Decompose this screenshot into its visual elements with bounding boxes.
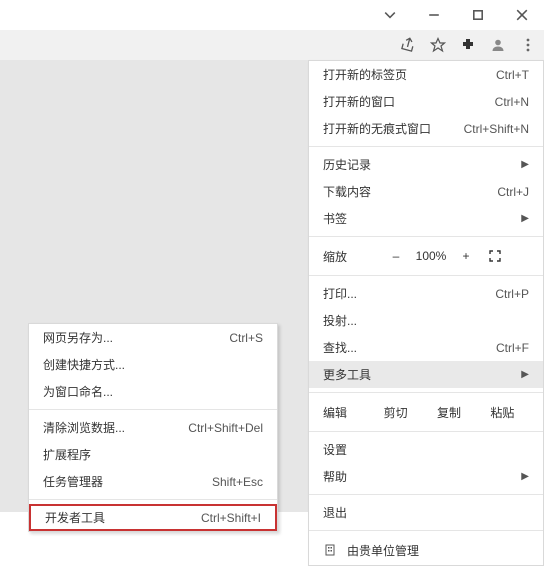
close-button[interactable] [500, 0, 544, 30]
menu-label: 打开新的标签页 [323, 66, 407, 83]
menu-history[interactable]: 历史记录 ▶ [309, 151, 543, 178]
menu-find[interactable]: 查找... Ctrl+F [309, 334, 543, 361]
edit-copy[interactable]: 复制 [422, 404, 475, 421]
chevron-right-icon: ▶ [521, 159, 529, 170]
chevron-right-icon: ▶ [521, 369, 529, 380]
kebab-menu-icon[interactable] [518, 35, 538, 55]
menu-zoom: 缩放 – 100% + [309, 241, 543, 271]
menu-label: 设置 [323, 441, 347, 458]
menu-print[interactable]: 打印... Ctrl+P [309, 280, 543, 307]
menu-shortcut: Ctrl+Shift+N [464, 122, 529, 136]
submenu-extensions[interactable]: 扩展程序 [29, 441, 277, 468]
separator [309, 431, 543, 432]
submenu-task-manager[interactable]: 任务管理器 Shift+Esc [29, 468, 277, 495]
menu-cast[interactable]: 投射... [309, 307, 543, 334]
menu-shortcut: Ctrl+N [495, 95, 529, 109]
menu-help[interactable]: 帮助 ▶ [309, 463, 543, 490]
browser-toolbar [0, 30, 544, 60]
zoom-in-button[interactable]: + [451, 249, 481, 263]
menu-label: 清除浏览数据... [43, 419, 125, 436]
menu-label: 书签 [323, 210, 347, 227]
menu-label: 打开新的无痕式窗口 [323, 120, 431, 137]
menu-exit[interactable]: 退出 [309, 499, 543, 526]
zoom-percent: 100% [411, 249, 451, 263]
menu-shortcut: Ctrl+S [229, 331, 263, 345]
menu-label: 由贵单位管理 [347, 542, 419, 559]
extensions-icon[interactable] [458, 35, 478, 55]
menu-shortcut: Ctrl+Shift+I [201, 511, 261, 525]
submenu-name-window[interactable]: 为窗口命名... [29, 378, 277, 405]
menu-label: 打印... [323, 285, 357, 302]
separator [309, 494, 543, 495]
menu-new-tab[interactable]: 打开新的标签页 Ctrl+T [309, 61, 543, 88]
menu-shortcut: Ctrl+F [496, 341, 529, 355]
menu-label: 为窗口命名... [43, 383, 113, 400]
menu-incognito[interactable]: 打开新的无痕式窗口 Ctrl+Shift+N [309, 115, 543, 142]
share-icon[interactable] [398, 35, 418, 55]
main-menu: 打开新的标签页 Ctrl+T 打开新的窗口 Ctrl+N 打开新的无痕式窗口 Ctrl… [308, 60, 544, 566]
submenu-clear-data[interactable]: 清除浏览数据... Ctrl+Shift+Del [29, 414, 277, 441]
menu-shortcut: Shift+Esc [212, 475, 263, 489]
menu-label: 更多工具 [323, 366, 371, 383]
profile-icon[interactable] [488, 35, 508, 55]
edit-paste[interactable]: 粘贴 [476, 404, 529, 421]
menu-shortcut: Ctrl+T [496, 68, 529, 82]
chevron-right-icon: ▶ [521, 213, 529, 224]
menu-label: 退出 [323, 504, 347, 521]
menu-bookmarks[interactable]: 书签 ▶ [309, 205, 543, 232]
minimize-button[interactable] [412, 0, 456, 30]
menu-managed[interactable]: 由贵单位管理 [309, 535, 543, 565]
fullscreen-icon[interactable] [481, 250, 509, 262]
building-icon [323, 543, 337, 557]
menu-more-tools[interactable]: 更多工具 ▶ [309, 361, 543, 388]
separator [309, 392, 543, 393]
edit-cut[interactable]: 剪切 [369, 404, 422, 421]
menu-shortcut: Ctrl+Shift+Del [188, 421, 263, 435]
menu-label: 下载内容 [323, 183, 371, 200]
separator [309, 146, 543, 147]
menu-label: 查找... [323, 339, 357, 356]
separator [29, 499, 277, 500]
menu-label: 网页另存为... [43, 329, 113, 346]
menu-shortcut: Ctrl+P [495, 287, 529, 301]
submenu-save-as[interactable]: 网页另存为... Ctrl+S [29, 324, 277, 351]
chevron-right-icon: ▶ [521, 471, 529, 482]
menu-label: 投射... [323, 312, 357, 329]
submenu-devtools[interactable]: 开发者工具Ctrl+Shift+I [29, 504, 277, 531]
zoom-out-button[interactable]: – [381, 249, 411, 263]
menu-label: 任务管理器 [43, 473, 103, 490]
menu-settings[interactable]: 设置 [309, 436, 543, 463]
menu-label: 扩展程序 [43, 446, 91, 463]
menu-label: 创建快捷方式... [43, 356, 125, 373]
separator [309, 530, 543, 531]
edit-label: 编辑 [323, 404, 369, 421]
separator [309, 275, 543, 276]
chevron-down-icon[interactable] [368, 0, 412, 30]
menu-shortcut: Ctrl+J [497, 185, 529, 199]
menu-label: 帮助 [323, 468, 347, 485]
menu-label: 历史记录 [323, 156, 371, 173]
menu-new-window[interactable]: 打开新的窗口 Ctrl+N [309, 88, 543, 115]
menu-label: 打开新的窗口 [323, 93, 395, 110]
zoom-label: 缩放 [323, 248, 381, 265]
menu-downloads[interactable]: 下载内容 Ctrl+J [309, 178, 543, 205]
submenu-create-shortcut[interactable]: 创建快捷方式... [29, 351, 277, 378]
star-icon[interactable] [428, 35, 448, 55]
separator [29, 409, 277, 410]
menu-edit-row: 编辑 剪切 复制 粘贴 [309, 397, 543, 427]
window-titlebar [0, 0, 544, 30]
separator [309, 236, 543, 237]
more-tools-submenu: 网页另存为... Ctrl+S 创建快捷方式... 为窗口命名... 清除浏览数据… [28, 323, 278, 532]
maximize-button[interactable] [456, 0, 500, 30]
